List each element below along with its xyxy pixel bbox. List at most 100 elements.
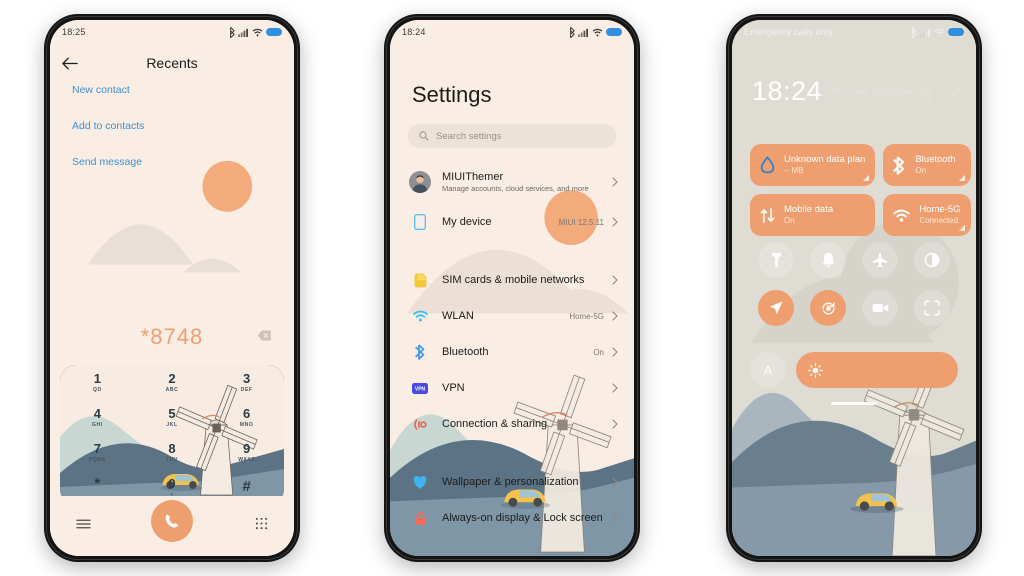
chevron-right-icon xyxy=(612,177,618,187)
toggle-dark-mode[interactable] xyxy=(914,242,950,278)
settings-gear-button[interactable] xyxy=(920,88,935,108)
clock-time: 18:24 xyxy=(752,76,823,106)
key-digit: * xyxy=(94,475,101,492)
dialed-number: *8748 xyxy=(140,324,204,349)
keypad-icon xyxy=(255,517,268,530)
tile-wlan[interactable]: Home-5G Connected xyxy=(883,194,971,236)
key-5[interactable]: 5 JKL xyxy=(135,400,210,435)
key-4[interactable]: 4 GHI xyxy=(60,400,135,435)
settings-row-account[interactable]: MIUIThemer Manage accounts, cloud servic… xyxy=(390,160,634,204)
toggle-silent[interactable] xyxy=(810,242,846,278)
auto-rotate-icon xyxy=(821,302,835,314)
settings-list: MIUIThemer Manage accounts, cloud servic… xyxy=(390,160,634,556)
add-to-contacts-link[interactable]: Add to contacts xyxy=(72,120,144,132)
toggle-auto-rotate[interactable] xyxy=(810,290,846,326)
key-letters: DEF xyxy=(240,387,253,393)
key-1[interactable]: 1 QD xyxy=(60,365,135,400)
dialpad[interactable]: 1 QD 2 ABC 3 DEF 4 GHI 5 JKL 6 MNO 7 PQRS 8 TUV … xyxy=(60,365,284,505)
back-arrow-icon xyxy=(62,57,78,69)
key-digit: 9 xyxy=(243,441,251,456)
key-2[interactable]: 2 ABC xyxy=(135,365,210,400)
menu-button[interactable] xyxy=(76,517,91,535)
phone-settings: 18:24 Settings Search settings MIUITheme… xyxy=(384,14,640,562)
signal-icon xyxy=(578,28,588,37)
bluetooth-icon xyxy=(230,26,235,38)
key-3[interactable]: 3 DEF xyxy=(209,365,284,400)
svg-text:VPN: VPN xyxy=(415,386,426,392)
phone3-screen: Emergency calls only 18:24 Thursday, Sep… xyxy=(732,20,976,556)
chevron-right-icon xyxy=(612,347,618,357)
toggle-airplane-mode[interactable] xyxy=(862,242,898,278)
phone3-statusbar: Emergency calls only xyxy=(732,20,976,44)
menu-icon xyxy=(76,519,91,529)
brightness-slider[interactable] xyxy=(796,352,958,388)
toggle-screen-recorder[interactable] xyxy=(862,290,898,326)
search-input[interactable]: Search settings xyxy=(408,124,616,148)
key-digit: # xyxy=(242,478,251,495)
settings-gear-icon xyxy=(921,88,934,103)
settings-row-sim-cards[interactable]: SIM cards & mobile networks xyxy=(390,262,634,298)
data-usage-icon xyxy=(760,156,775,174)
key-8[interactable]: 8 TUV xyxy=(135,435,210,470)
key-7[interactable]: 7 PQRS xyxy=(60,435,135,470)
wifi-icon xyxy=(592,28,603,36)
key-digit: 8 xyxy=(168,441,176,456)
dialpad-keys: 1 QD 2 ABC 3 DEF 4 GHI 5 JKL 6 MNO 7 PQRS 8 TUV … xyxy=(60,365,284,505)
tile-mobile-data[interactable]: Mobile data On xyxy=(750,194,876,236)
settings-row-label: Wallpaper & personalization xyxy=(442,475,579,488)
chevron-right-icon xyxy=(612,311,618,321)
tile-data-usage[interactable]: Unknown data plan -- MB xyxy=(750,144,876,186)
lock-icon xyxy=(408,511,432,526)
lockscreen-clock: 18:24 Thursday, September 05 xyxy=(752,78,960,109)
toggle-location[interactable] xyxy=(758,290,794,326)
call-icon xyxy=(165,514,179,528)
list-separator xyxy=(390,442,634,464)
new-contact-link[interactable]: New contact xyxy=(72,84,144,96)
settings-row-bluetooth[interactable]: Bluetooth On xyxy=(390,334,634,370)
settings-row-always-on-display[interactable]: Always-on display & Lock screen xyxy=(390,500,634,536)
edit-button[interactable] xyxy=(945,88,960,108)
key-letters: JKL xyxy=(166,422,178,428)
search-placeholder: Search settings xyxy=(436,130,502,142)
chevron-right-icon xyxy=(612,419,618,429)
avatar xyxy=(408,171,432,193)
toggle-flashlight[interactable] xyxy=(758,242,794,278)
settings-row-vpn[interactable]: VPN VPN xyxy=(390,370,634,406)
wallpaper-icon xyxy=(408,475,432,490)
settings-row-my-device[interactable]: My device MIUI 12.5.11 xyxy=(390,204,634,240)
connection-icon xyxy=(408,417,432,432)
settings-row-connection-sharing[interactable]: Connection & sharing xyxy=(390,406,634,442)
battery-icon xyxy=(948,28,964,36)
tile-bluetooth[interactable]: Bluetooth On xyxy=(883,144,971,186)
sun-icon xyxy=(808,362,823,378)
send-message-link[interactable]: Send message xyxy=(72,156,144,168)
dialed-number-row: *8748 xyxy=(50,320,294,354)
tile-subtitle: -- MB xyxy=(784,166,804,176)
backspace-icon xyxy=(257,330,271,341)
key-6[interactable]: 6 MNO xyxy=(209,400,284,435)
chevron-right-icon xyxy=(612,217,618,227)
brightness-row: A xyxy=(750,352,958,388)
quick-action-links: New contact Add to contacts Send message xyxy=(72,84,144,192)
settings-row-wallpaper[interactable]: Wallpaper & personalization xyxy=(390,464,634,500)
backspace-button[interactable] xyxy=(257,328,272,346)
key-9[interactable]: 9 WXYZ xyxy=(209,435,284,470)
tile-subtitle: On xyxy=(784,216,795,226)
drag-handle[interactable] xyxy=(831,402,877,405)
tile-subtitle: Connected xyxy=(919,216,959,226)
key-letters: QD xyxy=(92,387,102,393)
settings-row-label: Connection & sharing xyxy=(442,417,548,430)
keypad-toggle-button[interactable] xyxy=(255,517,268,535)
back-button[interactable] xyxy=(50,57,90,70)
settings-row-value: Home-5G xyxy=(569,311,604,321)
settings-row-wlan[interactable]: WLAN Home-5G xyxy=(390,298,634,334)
status-time: 18:24 xyxy=(402,27,426,37)
call-button[interactable] xyxy=(151,500,193,542)
key-letters: MNO xyxy=(239,422,254,428)
chevron-right-icon xyxy=(612,383,618,393)
device-icon xyxy=(408,214,432,230)
tile-expand-icon xyxy=(958,174,965,181)
settings-row-value: MIUI 12.5.11 xyxy=(558,217,604,227)
auto-brightness-button[interactable]: A xyxy=(750,352,786,388)
toggle-screenshot[interactable] xyxy=(914,290,950,326)
